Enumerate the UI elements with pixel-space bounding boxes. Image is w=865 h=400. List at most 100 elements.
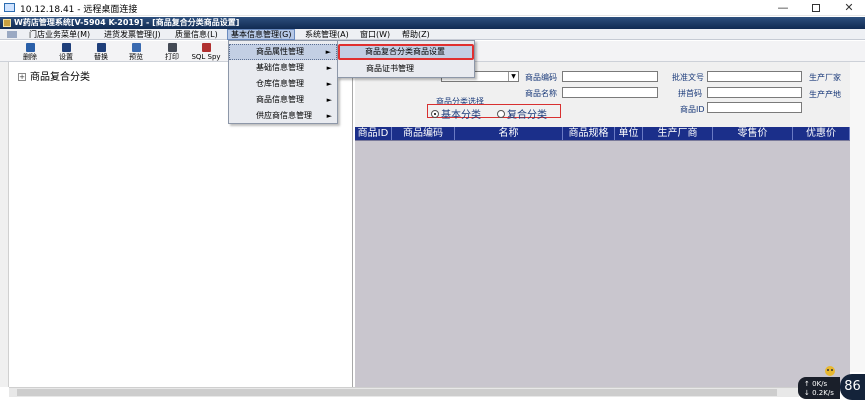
category-radio-group: 基本分类 复合分类 (427, 104, 561, 121)
radio-compound-label: 复合分类 (507, 110, 547, 121)
replace-button[interactable]: 替换 (86, 42, 116, 62)
minimize-button[interactable]: — (768, 0, 798, 16)
col-spec[interactable]: 商品规格 (563, 127, 615, 140)
product-attributes-submenu: 商品复合分类商品设置 商品证书管理 (337, 40, 475, 78)
code-input[interactable] (562, 71, 658, 82)
maximize-icon (812, 4, 820, 12)
menu-store-business[interactable]: 门店业务菜单(M) (26, 29, 93, 40)
app-title: W药店管理系统[V-5904 K-2019] - [商品复合分类商品设置] (14, 18, 240, 27)
close-button[interactable]: ✕ (834, 0, 864, 16)
network-speed-widget: ↑ 0K/s ↓ 0.2K/s (798, 377, 840, 399)
cpu-usage-badge[interactable]: 86 (840, 374, 865, 400)
batch-label: 批准文号 (672, 73, 704, 82)
grid-divider (355, 140, 850, 141)
pinyin-input[interactable] (707, 87, 802, 98)
col-retail-price[interactable]: 零售价 (713, 127, 793, 140)
menu-compound-category-settings[interactable]: 商品复合分类商品设置 (338, 44, 474, 60)
radio-compound[interactable]: 复合分类 (497, 106, 547, 121)
download-speed: ↓ 0.2K/s (804, 389, 834, 397)
menu-quality-info[interactable]: 质量信息(L) (172, 29, 221, 40)
right-edge (850, 62, 865, 372)
print-label: 打印 (165, 53, 179, 61)
remote-desktop-titlebar: 10.12.18.41 - 远程桌面连接 — ✕ (0, 0, 865, 16)
sql-spy-label: SQL Spy (191, 53, 221, 61)
submenu-arrow-icon: ► (326, 64, 332, 72)
maximize-button[interactable] (801, 0, 831, 16)
id-input[interactable] (707, 102, 802, 113)
menu-supplier-info[interactable]: 供应商信息管理 ► (229, 108, 337, 124)
menu-certificate-management[interactable]: 商品证书管理 (338, 61, 474, 77)
batch-input[interactable] (707, 71, 802, 82)
tree-root-label: 商品复合分类 (30, 72, 90, 83)
col-id[interactable]: 商品ID (355, 127, 392, 140)
product-pane: ▼ 商品编码 商品名称 批准文号 拼首码 商品ID 生产厂家 生产产地 商品分类… (355, 62, 850, 387)
upload-arrow-icon: ↑ (804, 380, 810, 388)
menu-supplier-info-label: 供应商信息管理 (256, 111, 312, 120)
submenu-arrow-icon: ► (326, 112, 332, 120)
menu-basic-data-label: 基础信息管理 (256, 63, 304, 72)
menu-warehouse[interactable]: 仓库信息管理 ► (229, 76, 337, 92)
horizontal-scrollbar[interactable] (9, 387, 799, 397)
col-name[interactable]: 名称 (455, 127, 563, 140)
radio-basic-label: 基本分类 (441, 110, 481, 121)
preview-icon (131, 43, 141, 52)
menu-warehouse-label: 仓库信息管理 (256, 79, 304, 88)
remote-desktop-icon (4, 3, 15, 12)
menu-system[interactable]: 系统管理(A) (302, 29, 352, 40)
menu-help[interactable]: 帮助(Z) (399, 29, 433, 40)
tree-root[interactable]: + 商品复合分类 (18, 68, 90, 83)
origin-label: 生产产地 (809, 90, 841, 99)
remote-desktop-title: 10.12.18.41 - 远程桌面连接 (20, 5, 138, 15)
submenu-arrow-icon: ► (326, 80, 332, 88)
delete-label: 删除 (23, 53, 37, 61)
col-code[interactable]: 商品编码 (392, 127, 455, 140)
app-titlebar: W药店管理系统[V-5904 K-2019] - [商品复合分类商品设置] (0, 17, 865, 29)
col-discount-price[interactable]: 优惠价 (793, 127, 850, 140)
scrollbar-thumb[interactable] (17, 389, 777, 396)
grid-header: 商品ID 商品编码 名称 商品规格 单位 生产厂商 零售价 优惠价 (355, 127, 850, 140)
code-label: 商品编码 (525, 73, 557, 82)
menu-product-info[interactable]: 商品信息管理 ► (229, 92, 337, 108)
basic-info-menu: 商品属性管理 ► 基础信息管理 ► 仓库信息管理 ► 商品信息管理 ► 供应商信… (228, 40, 338, 124)
replace-label: 替换 (94, 53, 108, 61)
col-unit[interactable]: 单位 (615, 127, 643, 140)
grid-body[interactable] (355, 140, 850, 387)
settings-button[interactable]: 设置 (51, 42, 81, 62)
app-icon (3, 19, 11, 27)
settings-label: 设置 (59, 53, 73, 61)
menu-purchase-invoice[interactable]: 进货发票管理(J) (101, 29, 164, 40)
id-label: 商品ID (680, 105, 705, 114)
radio-checked-icon (431, 110, 439, 118)
radio-unchecked-icon (497, 110, 505, 118)
name-input[interactable] (562, 87, 658, 98)
menu-product-attributes[interactable]: 商品属性管理 ► (229, 44, 337, 60)
expand-icon[interactable]: + (18, 73, 26, 81)
settings-icon (61, 43, 71, 52)
menu-product-info-label: 商品信息管理 (256, 95, 304, 104)
upload-speed-value: 0K/s (812, 380, 828, 388)
menu-basic-info[interactable]: 基本信息管理(G) (227, 29, 296, 40)
menu-window[interactable]: 窗口(W) (357, 29, 393, 40)
print-icon (167, 43, 177, 52)
menubar: 门店业务菜单(M) 进货发票管理(J) 质量信息(L) 基本信息管理(G) 系统… (0, 29, 865, 40)
print-button[interactable]: 打印 (157, 42, 187, 62)
submenu-arrow-icon: ► (326, 96, 332, 104)
delete-button[interactable]: 删除 (15, 42, 45, 62)
window-menu-icon[interactable] (7, 31, 17, 38)
col-maker[interactable]: 生产厂商 (643, 127, 713, 140)
pinyin-label: 拼首码 (678, 89, 702, 98)
preview-button[interactable]: 预览 (121, 42, 151, 62)
replace-icon (96, 43, 106, 52)
preview-label: 预览 (129, 53, 143, 61)
maker-label: 生产厂家 (809, 73, 841, 82)
menu-basic-data[interactable]: 基础信息管理 ► (229, 60, 337, 76)
name-label: 商品名称 (525, 89, 557, 98)
menu-product-attributes-label: 商品属性管理 (256, 47, 304, 56)
download-arrow-icon: ↓ (804, 389, 810, 397)
radio-basic[interactable]: 基本分类 (431, 106, 481, 121)
sql-spy-button[interactable]: SQL Spy (191, 42, 221, 62)
chevron-down-icon[interactable]: ▼ (508, 72, 518, 81)
sql-spy-icon (201, 43, 211, 52)
left-edge (0, 62, 9, 387)
upload-speed: ↑ 0K/s (804, 380, 827, 388)
